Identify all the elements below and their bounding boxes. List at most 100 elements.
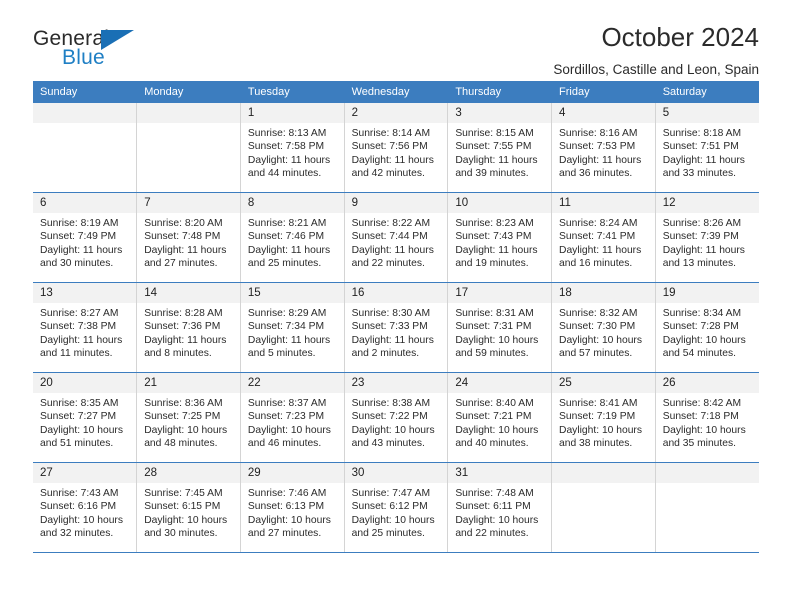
- calendar-day-cell[interactable]: 6 Sunrise: 8:19 AM Sunset: 7:49 PM Daylight…: [33, 192, 138, 283]
- day-details: Sunrise: 8:26 AM Sunset: 7:39 PM Daylight:…: [656, 213, 759, 270]
- day-details: Sunrise: 8:24 AM Sunset: 7:41 PM Daylight:…: [552, 213, 655, 270]
- daylight-text-line2: and 22 minutes.: [455, 527, 529, 539]
- day-number: [552, 463, 655, 483]
- sunrise-text: Sunrise: 8:34 AM: [662, 308, 742, 319]
- daylight-text-line2: and 51 minutes.: [40, 437, 114, 449]
- calendar-day-cell[interactable]: 28 Sunrise: 7:45 AM Sunset: 6:15 PM Dayligh…: [136, 462, 241, 553]
- sunset-text: Sunset: 7:55 PM: [455, 141, 532, 153]
- sunrise-text: Sunrise: 8:19 AM: [40, 218, 119, 229]
- sunrise-text: Sunrise: 8:38 AM: [351, 398, 431, 409]
- calendar-day-cell[interactable]: 15 Sunrise: 8:29 AM Sunset: 7:34 PM Dayligh…: [240, 282, 345, 373]
- sunset-text: Sunset: 7:18 PM: [662, 411, 739, 423]
- calendar-day-cell[interactable]: 4 Sunrise: 8:16 AM Sunset: 7:53 PM Daylight…: [551, 103, 656, 193]
- sunset-text: Sunset: 7:27 PM: [40, 411, 117, 423]
- weekday-header-saturday: Saturday: [655, 81, 759, 103]
- day-details: Sunrise: 8:21 AM Sunset: 7:46 PM Daylight:…: [241, 213, 344, 270]
- calendar-week-row: 27 Sunrise: 7:43 AM Sunset: 6:16 PM Dayligh…: [33, 462, 759, 553]
- logo-text-blue: Blue: [62, 46, 105, 69]
- calendar-day-cell[interactable]: 3 Sunrise: 8:15 AM Sunset: 7:55 PM Daylight…: [447, 103, 553, 193]
- day-number: 23: [344, 373, 448, 393]
- general-blue-logo[interactable]: General Blue: [33, 24, 153, 76]
- sunrise-text: Sunrise: 8:37 AM: [247, 398, 327, 409]
- day-details: Sunrise: 8:27 AM Sunset: 7:38 PM Daylight:…: [33, 303, 136, 360]
- day-details: Sunrise: 8:38 AM Sunset: 7:22 PM Daylight:…: [345, 393, 448, 450]
- calendar-day-cell[interactable]: 20 Sunrise: 8:35 AM Sunset: 7:27 PM Dayligh…: [33, 372, 138, 463]
- calendar-day-cell[interactable]: 29 Sunrise: 7:46 AM Sunset: 6:13 PM Dayligh…: [240, 462, 345, 553]
- day-details: Sunrise: 7:45 AM Sunset: 6:15 PM Daylight:…: [137, 483, 240, 540]
- day-details: Sunrise: 8:14 AM Sunset: 7:56 PM Daylight:…: [345, 123, 448, 180]
- calendar-day-cell[interactable]: 24 Sunrise: 8:40 AM Sunset: 7:21 PM Dayligh…: [447, 372, 553, 463]
- calendar-day-cell[interactable]: 21 Sunrise: 8:36 AM Sunset: 7:25 PM Dayligh…: [136, 372, 241, 463]
- calendar-day-cell[interactable]: 31 Sunrise: 7:48 AM Sunset: 6:11 PM Dayligh…: [447, 462, 553, 553]
- calendar-day-cell[interactable]: 10 Sunrise: 8:23 AM Sunset: 7:43 PM Dayligh…: [447, 192, 553, 283]
- sunset-text: Sunset: 7:51 PM: [662, 141, 739, 153]
- day-number: 7: [137, 193, 240, 213]
- day-number: [655, 463, 759, 483]
- calendar-day-cell[interactable]: 30 Sunrise: 7:47 AM Sunset: 6:12 PM Dayligh…: [344, 462, 449, 553]
- daylight-text-line2: and 43 minutes.: [351, 437, 425, 449]
- sunrise-text: Sunrise: 8:36 AM: [144, 398, 223, 409]
- day-number: 11: [552, 193, 655, 213]
- day-details: Sunrise: 8:37 AM Sunset: 7:23 PM Daylight:…: [241, 393, 344, 450]
- calendar-day-cell[interactable]: 7 Sunrise: 8:20 AM Sunset: 7:48 PM Daylight…: [136, 192, 241, 283]
- day-details: [137, 123, 240, 127]
- day-details: Sunrise: 8:22 AM Sunset: 7:44 PM Daylight:…: [345, 213, 448, 270]
- daylight-text-line1: Daylight: 10 hours: [144, 514, 228, 526]
- calendar-day-cell[interactable]: 11 Sunrise: 8:24 AM Sunset: 7:41 PM Dayligh…: [551, 192, 656, 283]
- day-number: 26: [655, 373, 759, 393]
- day-number: [33, 103, 137, 123]
- day-details: Sunrise: 8:42 AM Sunset: 7:18 PM Daylight:…: [656, 393, 759, 450]
- calendar-day-cell[interactable]: 26 Sunrise: 8:42 AM Sunset: 7:18 PM Dayligh…: [655, 372, 759, 463]
- calendar-day-cell[interactable]: 27 Sunrise: 7:43 AM Sunset: 6:16 PM Dayligh…: [33, 462, 138, 553]
- daylight-text-line1: Daylight: 10 hours: [455, 334, 539, 346]
- daylight-text-line1: Daylight: 10 hours: [662, 424, 746, 436]
- sunset-text: Sunset: 6:15 PM: [144, 501, 221, 513]
- calendar-day-cell[interactable]: 16 Sunrise: 8:30 AM Sunset: 7:33 PM Dayligh…: [344, 282, 449, 373]
- calendar-day-cell[interactable]: 18 Sunrise: 8:32 AM Sunset: 7:30 PM Dayligh…: [551, 282, 656, 373]
- daylight-text-line2: and 39 minutes.: [455, 167, 529, 179]
- day-number: 10: [448, 193, 552, 213]
- calendar-day-cell[interactable]: 1 Sunrise: 8:13 AM Sunset: 7:58 PM Daylight…: [240, 103, 345, 193]
- daylight-text-line2: and 33 minutes.: [662, 167, 736, 179]
- daylight-text-line2: and 27 minutes.: [247, 527, 322, 539]
- calendar-body: 1 Sunrise: 8:13 AM Sunset: 7:58 PM Daylight…: [33, 103, 759, 553]
- daylight-text-line1: Daylight: 11 hours: [247, 244, 331, 256]
- calendar-day-cell[interactable]: 13 Sunrise: 8:27 AM Sunset: 7:38 PM Dayligh…: [33, 282, 138, 373]
- daylight-text-line1: Daylight: 11 hours: [455, 244, 538, 256]
- day-details: [656, 483, 759, 487]
- calendar-day-cell[interactable]: 2 Sunrise: 8:14 AM Sunset: 7:56 PM Daylight…: [344, 103, 449, 193]
- daylight-text-line2: and 16 minutes.: [559, 257, 633, 269]
- calendar-day-cell[interactable]: 8 Sunrise: 8:21 AM Sunset: 7:46 PM Daylight…: [240, 192, 345, 283]
- sunset-text: Sunset: 6:16 PM: [40, 501, 117, 513]
- daylight-text-line2: and 27 minutes.: [144, 257, 218, 269]
- calendar-day-cell[interactable]: 9 Sunrise: 8:22 AM Sunset: 7:44 PM Daylight…: [344, 192, 449, 283]
- weekday-header-friday: Friday: [551, 81, 656, 103]
- calendar-day-cell[interactable]: 22 Sunrise: 8:37 AM Sunset: 7:23 PM Dayligh…: [240, 372, 345, 463]
- calendar-day-cell[interactable]: 14 Sunrise: 8:28 AM Sunset: 7:36 PM Dayligh…: [136, 282, 241, 373]
- calendar-day-cell[interactable]: 17 Sunrise: 8:31 AM Sunset: 7:31 PM Dayligh…: [447, 282, 553, 373]
- sunrise-text: Sunrise: 8:32 AM: [559, 308, 638, 319]
- sunrise-text: Sunrise: 8:26 AM: [662, 218, 742, 229]
- calendar-day-cell[interactable]: 5 Sunrise: 8:18 AM Sunset: 7:51 PM Daylight…: [655, 103, 759, 193]
- weekday-header-sunday: Sunday: [33, 81, 138, 103]
- page-title: October 2024: [601, 22, 759, 52]
- sunset-text: Sunset: 7:19 PM: [559, 411, 636, 423]
- weekday-header-monday: Monday: [136, 81, 241, 103]
- daylight-text-line1: Daylight: 10 hours: [40, 514, 123, 526]
- day-details: Sunrise: 8:16 AM Sunset: 7:53 PM Daylight:…: [552, 123, 655, 180]
- day-details: Sunrise: 8:15 AM Sunset: 7:55 PM Daylight:…: [448, 123, 551, 180]
- calendar-day-cell[interactable]: 25 Sunrise: 8:41 AM Sunset: 7:19 PM Dayligh…: [551, 372, 656, 463]
- calendar-day-cell[interactable]: 19 Sunrise: 8:34 AM Sunset: 7:28 PM Dayligh…: [655, 282, 759, 373]
- sunset-text: Sunset: 7:41 PM: [559, 231, 636, 243]
- daylight-text-line1: Daylight: 11 hours: [40, 334, 123, 346]
- daylight-text-line1: Daylight: 11 hours: [144, 244, 227, 256]
- page-header: General Blue October 2024 Sordillos, Cas…: [33, 0, 759, 77]
- daylight-text-line1: Daylight: 11 hours: [351, 244, 434, 256]
- sunset-text: Sunset: 6:11 PM: [455, 501, 531, 513]
- calendar-day-cell[interactable]: 12 Sunrise: 8:26 AM Sunset: 7:39 PM Dayligh…: [655, 192, 759, 283]
- sunset-text: Sunset: 7:31 PM: [455, 321, 532, 333]
- daylight-text-line2: and 5 minutes.: [247, 347, 316, 359]
- calendar-day-cell[interactable]: 23 Sunrise: 8:38 AM Sunset: 7:22 PM Dayligh…: [344, 372, 449, 463]
- daylight-text-line2: and 25 minutes.: [247, 257, 322, 269]
- day-number: 15: [240, 283, 344, 303]
